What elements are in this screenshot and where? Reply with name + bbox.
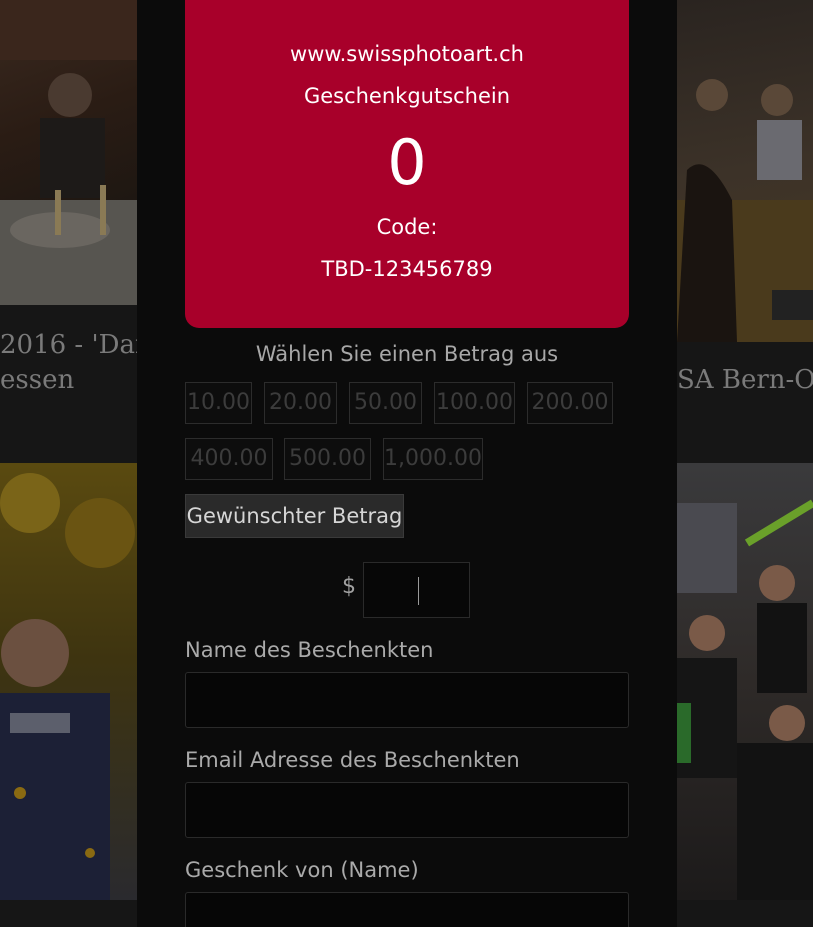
banquet-scene-graphic bbox=[0, 0, 137, 305]
gallery-right-column: SA Bern-Os bbox=[677, 0, 813, 927]
custom-amount-button[interactable]: Gewünschter Betrag bbox=[185, 494, 404, 538]
voucher-title: Geschenkgutschein bbox=[303, 84, 511, 108]
gallery-bottom-strip-right bbox=[677, 900, 813, 927]
amount-option-500[interactable]: 500.00 bbox=[284, 438, 371, 480]
voucher-preview: www.swissphotoart.ch Geschenkgutschein 0… bbox=[185, 0, 629, 328]
gallery-caption-right[interactable]: SA Bern-Os bbox=[677, 363, 813, 397]
team-scene-graphic bbox=[677, 499, 813, 900]
gallery-left-column: 2016 - 'Dan essen bbox=[0, 0, 137, 927]
recipient-name-input[interactable] bbox=[185, 672, 629, 728]
amount-option-400[interactable]: 400.00 bbox=[185, 438, 273, 480]
voucher-code: TBD-123456789 bbox=[321, 257, 493, 281]
voucher-site-url: www.swissphotoart.ch bbox=[290, 42, 524, 66]
text-caret bbox=[418, 577, 419, 605]
autumn-scene-graphic bbox=[0, 473, 135, 900]
amount-option-20[interactable]: 20.00 bbox=[264, 382, 337, 424]
amount-option-10[interactable]: 10.00 bbox=[185, 382, 252, 424]
gallery-photo-team[interactable] bbox=[677, 463, 813, 900]
amount-option-200[interactable]: 200.00 bbox=[527, 382, 613, 424]
amount-option-1000[interactable]: 1,000.00 bbox=[383, 438, 483, 480]
meeting-scene-graphic bbox=[677, 79, 813, 342]
voucher-amount: 0 bbox=[387, 126, 427, 199]
gallery-photo-banquet[interactable] bbox=[0, 0, 137, 305]
gift-from-name-label: Geschenk von (Name) bbox=[185, 858, 419, 882]
gift-from-name-input[interactable] bbox=[185, 892, 629, 927]
amount-option-50[interactable]: 50.00 bbox=[349, 382, 422, 424]
currency-symbol: $ bbox=[342, 574, 356, 599]
recipient-email-label: Email Adresse des Beschenkten bbox=[185, 748, 520, 772]
gallery-caption-line-2[interactable]: essen bbox=[0, 363, 137, 397]
choose-amount-label: Wählen Sie einen Betrag aus bbox=[255, 342, 559, 366]
voucher-code-label: Code: bbox=[376, 215, 438, 239]
custom-amount-input[interactable] bbox=[363, 562, 470, 618]
gallery-caption-strip-right bbox=[677, 342, 813, 463]
gallery-photo-autumn[interactable] bbox=[0, 463, 137, 900]
recipient-email-input[interactable] bbox=[185, 782, 629, 838]
gift-voucher-modal: www.swissphotoart.ch Geschenkgutschein 0… bbox=[137, 0, 677, 927]
gallery-photo-meeting[interactable] bbox=[677, 0, 813, 342]
gallery-caption-line-1[interactable]: 2016 - 'Dan bbox=[0, 328, 137, 362]
gallery-bottom-strip bbox=[0, 900, 137, 927]
amount-option-100[interactable]: 100.00 bbox=[434, 382, 515, 424]
recipient-name-label: Name des Beschenkten bbox=[185, 638, 434, 662]
